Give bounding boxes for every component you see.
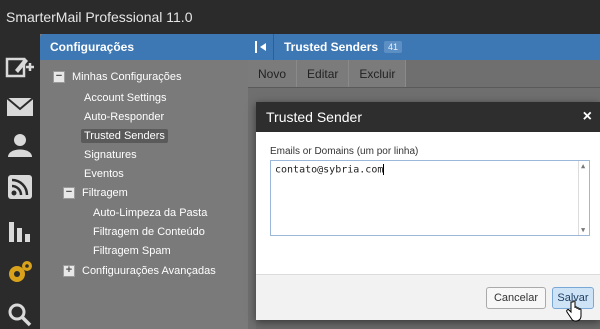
settings-icon[interactable] xyxy=(0,254,40,292)
tree-item-filtragem-conteudo[interactable]: Filtragem de Conteúdo xyxy=(93,226,205,238)
dialog-header: Trusted Sender × xyxy=(256,102,600,132)
content-header: Trusted Senders 41 xyxy=(248,34,600,60)
tree-item-eventos[interactable]: Eventos xyxy=(84,168,124,180)
content-title: Trusted Senders xyxy=(284,40,379,54)
collapse-toggle-icon[interactable]: − xyxy=(53,71,65,83)
text-caret xyxy=(383,164,385,175)
hand-cursor-icon xyxy=(566,300,582,327)
new-button[interactable]: Novo xyxy=(248,60,298,87)
tree-item-filtragem-spam[interactable]: Filtragem Spam xyxy=(93,245,171,257)
reports-icon[interactable] xyxy=(0,212,40,250)
nav-header: Configurações xyxy=(40,34,248,60)
mail-icon[interactable] xyxy=(0,88,40,126)
tree-item-filtragem[interactable]: Filtragem xyxy=(82,187,128,199)
app-title: SmarterMail Professional 11.0 xyxy=(6,9,193,25)
expand-toggle-icon[interactable]: + xyxy=(63,265,75,277)
tree-item-auto-responder[interactable]: Auto-Responder xyxy=(84,111,164,123)
list-row-strip xyxy=(256,320,600,329)
app-title-bar: SmarterMail Professional 11.0 xyxy=(0,0,600,34)
settings-nav-panel: Configurações − Minhas Configurações Acc… xyxy=(40,34,248,329)
dialog-title: Trusted Sender xyxy=(266,109,362,125)
collapse-toggle-icon[interactable]: − xyxy=(63,187,75,199)
scroll-up-icon[interactable]: ▲ xyxy=(581,162,585,170)
trusted-sender-dialog: Trusted Sender × Emails or Domains (um p… xyxy=(256,102,600,320)
compose-icon[interactable] xyxy=(0,48,40,86)
rss-icon[interactable] xyxy=(0,168,40,206)
dialog-footer: Cancelar Salvar xyxy=(256,274,600,320)
dialog-body: Emails or Domains (um por linha) contato… xyxy=(256,132,600,274)
scroll-down-icon[interactable]: ▼ xyxy=(581,226,585,234)
count-badge: 41 xyxy=(384,41,403,53)
emails-field-label: Emails or Domains (um por linha) xyxy=(270,146,419,157)
collapse-panel-icon[interactable] xyxy=(248,34,274,60)
emails-textarea-value: contato@sybria.com xyxy=(275,164,384,176)
tree-item-minhas-configuracoes[interactable]: Minhas Configurações xyxy=(72,71,181,83)
emails-textarea[interactable]: contato@sybria.com ▲ ▼ xyxy=(270,160,590,236)
search-icon[interactable] xyxy=(0,296,40,329)
contacts-icon[interactable] xyxy=(0,126,40,164)
cancel-button[interactable]: Cancelar xyxy=(486,287,546,309)
tree-item-signatures[interactable]: Signatures xyxy=(84,149,137,161)
tree-item-trusted-senders[interactable]: Trusted Senders xyxy=(81,129,168,143)
textarea-scrollbar[interactable]: ▲ ▼ xyxy=(578,161,589,235)
toolbar: Novo Editar Excluir xyxy=(248,60,600,88)
edit-button[interactable]: Editar xyxy=(297,60,350,87)
tree-item-account-settings[interactable]: Account Settings xyxy=(84,92,167,104)
close-icon[interactable]: × xyxy=(583,102,592,132)
delete-button[interactable]: Excluir xyxy=(349,60,407,87)
tree-item-auto-limpeza[interactable]: Auto-Limpeza da Pasta xyxy=(93,207,207,219)
tree-item-configuracoes-avancadas[interactable]: Configuurações Avançadas xyxy=(82,265,216,277)
icon-rail xyxy=(0,34,40,329)
